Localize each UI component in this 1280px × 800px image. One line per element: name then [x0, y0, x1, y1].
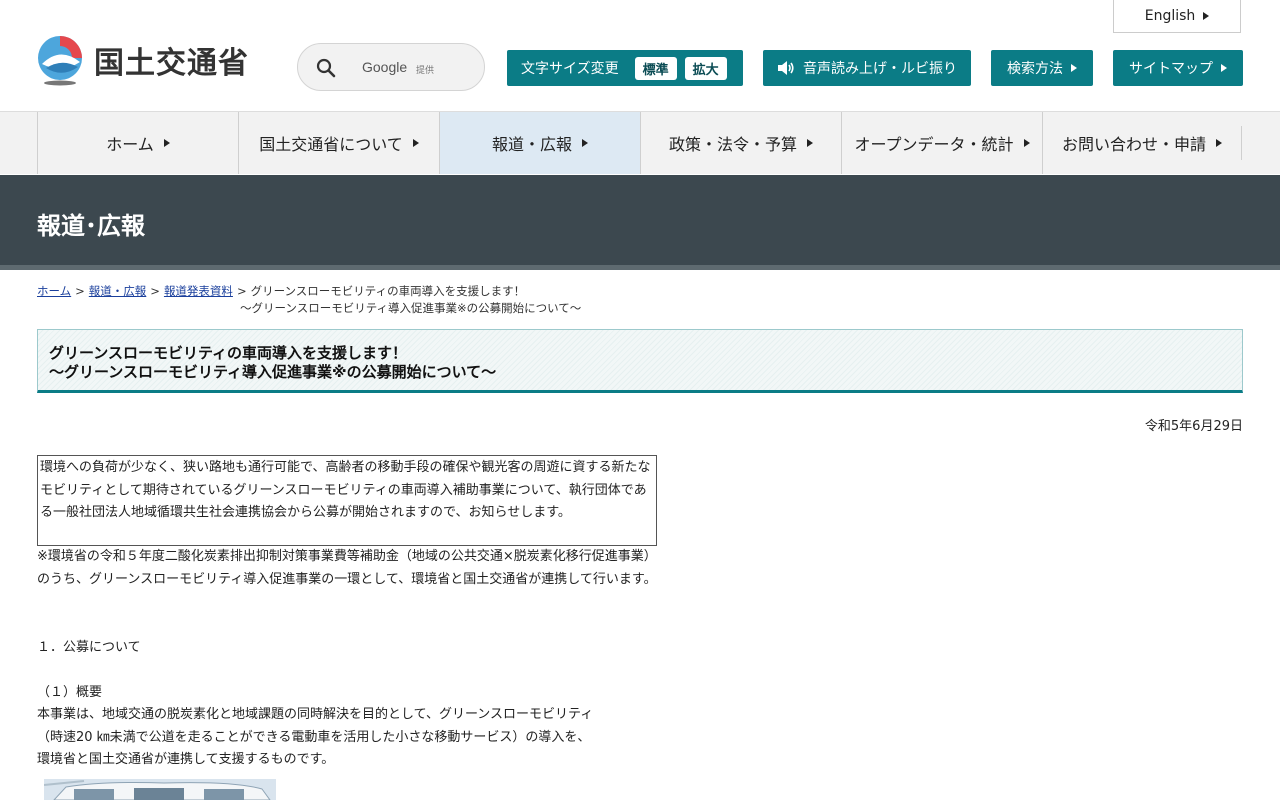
- section-heading: １．公募について: [37, 640, 141, 655]
- vehicle-image: [44, 779, 276, 800]
- nav-item-policy[interactable]: 政策・法令・予算: [640, 112, 841, 174]
- lead-paragraph: 環境への負荷が少なく、狭い路地も通行可能で、高齢者の移動手段の確保や観光客の周遊…: [37, 455, 657, 546]
- nav-item-home[interactable]: ホーム: [37, 112, 238, 174]
- mlit-emblem-icon: [38, 36, 82, 86]
- font-size-large-button[interactable]: 拡大: [684, 56, 727, 80]
- site-search-box[interactable]: Google 提供: [297, 43, 485, 91]
- category-header: 報道･広報: [0, 175, 1280, 265]
- arrow-right-icon: [582, 139, 588, 147]
- overview-line: 本事業は、地域交通の脱炭素化と地域課題の同時解決を目的として、グリーンスローモビ…: [37, 707, 594, 722]
- font-size-label: 文字サイズ変更: [521, 61, 619, 77]
- note-paragraph: ※環境省の令和５年度二酸化炭素排出抑制対策事業費等補助金（地域の公共交通×脱炭素…: [37, 549, 657, 587]
- voice-ruby-label: 音声読み上げ・ルビ振り: [803, 61, 957, 77]
- article-title-line1: グリーンスローモビリティの車両導入を支援します！: [49, 344, 408, 362]
- breadcrumb-press[interactable]: 報道・広報: [89, 284, 147, 298]
- search-method-button[interactable]: 検索方法: [991, 50, 1093, 86]
- subsection-heading: （１）概要: [37, 685, 103, 700]
- sitemap-button[interactable]: サイトマップ: [1113, 50, 1243, 86]
- breadcrumb-separator: >: [236, 284, 247, 298]
- arrow-right-icon: [1203, 12, 1210, 20]
- category-divider: [0, 265, 1280, 270]
- global-nav: ホーム 国土交通省について 報道・広報 政策・法令・予算 オープンデータ・統計 …: [0, 111, 1280, 174]
- sitemap-label: サイトマップ: [1129, 61, 1213, 77]
- publish-date: 令和5年6月29日: [1144, 419, 1243, 434]
- breadcrumb-current: グリーンスローモビリティの車両導入を支援します！: [250, 284, 526, 298]
- search-method-label: 検索方法: [1007, 61, 1063, 77]
- voice-ruby-button[interactable]: 音声読み上げ・ルビ振り: [763, 50, 971, 86]
- arrow-right-icon: [163, 139, 170, 147]
- english-label: English: [1144, 8, 1196, 24]
- arrow-right-icon: [1221, 64, 1227, 72]
- breadcrumb-current-line2: ～グリーンスローモビリティ導入促進事業※の公募開始について～: [240, 301, 582, 315]
- nav-item-label: 国土交通省について: [259, 135, 403, 154]
- overview-line: （時速20 ㎞未満で公道を走ることができる電動車を活用した小さな移動サービス）の…: [37, 729, 591, 745]
- nav-item-contact[interactable]: お問い合わせ・申請: [1042, 112, 1241, 174]
- nav-item-label: ホーム: [106, 135, 154, 154]
- nav-item-label: お問い合わせ・申請: [1061, 135, 1206, 154]
- arrow-right-icon: [807, 139, 813, 147]
- article-title-line2: ～グリーンスローモビリティ導入促進事業※の公募開始について～: [49, 363, 497, 381]
- site-header: 国土交通省 Google 提供 English 文字サイズ変更 標準 拡大 音声…: [0, 0, 1280, 111]
- vehicle-photo: [44, 779, 276, 800]
- font-size-standard-button[interactable]: 標準: [634, 56, 677, 80]
- breadcrumb-releases[interactable]: 報道発表資料: [164, 284, 233, 298]
- article-title-box: グリーンスローモビリティの車両導入を支援します！ ～グリーンスローモビリティ導入…: [37, 329, 1243, 393]
- breadcrumb-separator: >: [75, 284, 85, 298]
- provided-label: 提供: [416, 66, 435, 76]
- arrow-right-icon: [412, 139, 419, 147]
- nav-item-opendata[interactable]: オープンデータ・統計: [841, 112, 1042, 174]
- breadcrumb: ホーム > 報道・広報 > 報道発表資料 > グリーンスローモビリティの車両導入を支援します…: [37, 283, 657, 317]
- mlit-logo[interactable]: 国土交通省: [36, 34, 249, 86]
- overview-line: 環境省と国土交通省が連携して支援するものです。: [37, 752, 335, 767]
- overview-paragraph: 本事業は、地域交通の脱炭素化と地域課題の同時解決を目的として、グリーンスローモビ…: [37, 704, 677, 772]
- arrow-right-icon: [1023, 139, 1030, 147]
- speaker-icon: [778, 61, 794, 75]
- arrow-right-icon: [1071, 64, 1077, 72]
- search-icon: [316, 58, 336, 78]
- category-title: 報道･広報: [37, 212, 145, 240]
- nav-item-about[interactable]: 国土交通省について: [238, 112, 439, 174]
- nav-item-label: 報道・広報: [491, 135, 572, 154]
- arrow-right-icon: [1216, 139, 1222, 147]
- breadcrumb-home[interactable]: ホーム: [37, 284, 71, 298]
- nav-item-label: オープンデータ・統計: [854, 135, 1014, 154]
- breadcrumb-separator: >: [150, 284, 160, 298]
- english-link[interactable]: English: [1113, 0, 1241, 33]
- font-size-control: 文字サイズ変更 標準 拡大: [507, 50, 743, 86]
- logo-text: 国土交通省: [94, 46, 249, 81]
- nav-divider: [1241, 126, 1242, 160]
- nav-item-press[interactable]: 報道・広報: [439, 112, 640, 174]
- nav-item-label: 政策・法令・予算: [668, 135, 797, 154]
- article-title: グリーンスローモビリティの車両導入を支援します！ ～グリーンスローモビリティ導入…: [49, 344, 496, 382]
- google-label: Google: [362, 59, 408, 75]
